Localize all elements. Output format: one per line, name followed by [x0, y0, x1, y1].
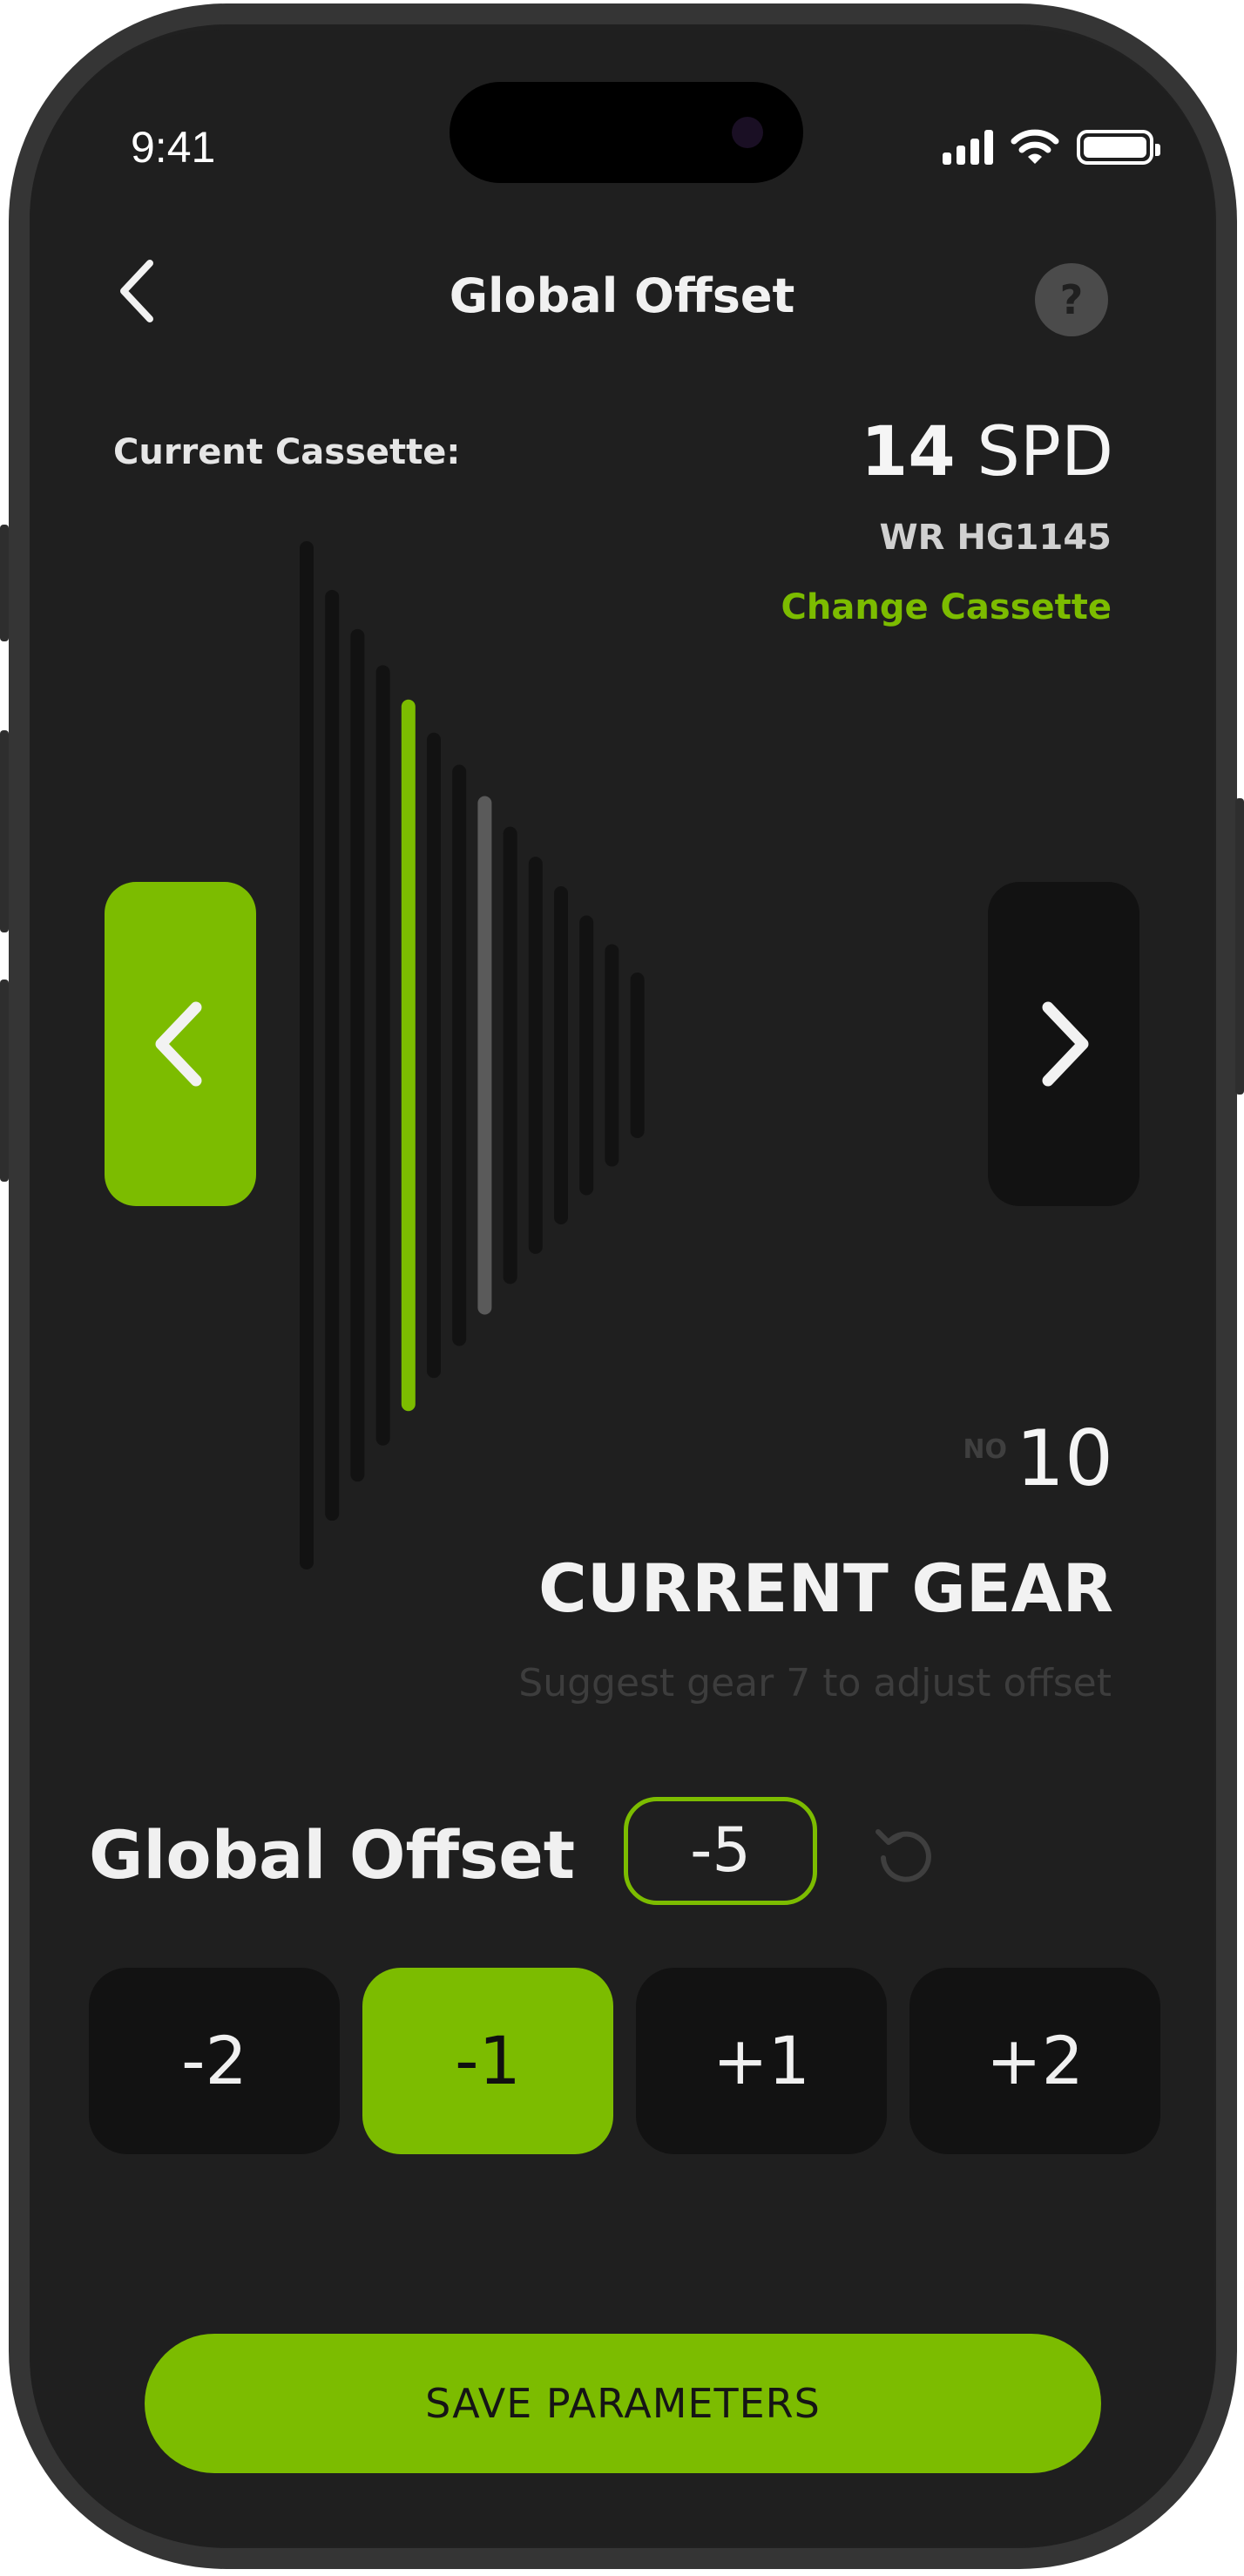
- dynamic-island: [450, 82, 803, 183]
- status-time: 9:41: [131, 123, 216, 172]
- front-camera: [732, 117, 763, 148]
- offset-label: Global Offset: [89, 1816, 576, 1894]
- cassette-cog-6: [427, 732, 441, 1379]
- cellular-signal-icon: [943, 130, 993, 165]
- phone-volume-up: [0, 730, 9, 932]
- cassette-cog-12: [579, 915, 594, 1196]
- cassette-cog-8: [477, 796, 492, 1315]
- offset-value: -5: [624, 1797, 817, 1905]
- reset-icon[interactable]: [869, 1818, 941, 1889]
- cassette-cog-13: [605, 944, 619, 1167]
- cassette-speed: 14 SPD: [861, 413, 1113, 491]
- cassette-cog-2: [325, 589, 340, 1522]
- wifi-icon: [1011, 129, 1059, 164]
- cassette-cog-11: [554, 886, 568, 1224]
- cassette-cog-7: [452, 764, 467, 1346]
- gear-number: NO 10: [963, 1419, 1113, 1499]
- cassette-cog-5: [401, 699, 416, 1412]
- cassette-cogs-visual: [300, 541, 645, 1569]
- offset-step-plus-2[interactable]: +2: [909, 1968, 1160, 2154]
- save-parameters-button[interactable]: SAVE PARAMETERS: [145, 2334, 1101, 2473]
- phone-power-button: [1235, 798, 1244, 1095]
- cassette-cog-3: [350, 628, 365, 1482]
- cassette-speed-number: 14: [861, 413, 956, 491]
- cassette-cog-4: [375, 665, 390, 1446]
- cassette-cog-1: [300, 541, 314, 1569]
- app-screen: 9:41 Global Offset ? Current Cassette: 1…: [30, 30, 1214, 2546]
- change-cassette-link[interactable]: Change Cassette: [781, 587, 1112, 627]
- status-icons: [943, 129, 1160, 166]
- phone-side-button: [0, 525, 9, 641]
- offset-step-plus-1[interactable]: +1: [636, 1968, 887, 2154]
- offset-step-minus-1[interactable]: -1: [362, 1968, 613, 2154]
- cassette-speed-unit: SPD: [977, 413, 1113, 491]
- offset-step-minus-2[interactable]: -2: [89, 1968, 340, 2154]
- cassette-model: WR HG1145: [879, 518, 1112, 558]
- battery-icon: [1077, 130, 1160, 165]
- chevron-left-icon: [155, 1001, 202, 1087]
- previous-gear-button[interactable]: [105, 882, 256, 1206]
- gear-suggestion: Suggest gear 7 to adjust offset: [518, 1661, 1112, 1705]
- gear-number-value: 10: [1016, 1413, 1113, 1503]
- offset-steps: -2 -1 +1 +2: [89, 1968, 1160, 2154]
- cassette-label: Current Cassette:: [113, 432, 461, 472]
- help-icon[interactable]: ?: [1035, 263, 1108, 336]
- phone-volume-down: [0, 980, 9, 1182]
- chevron-right-icon: [1042, 1001, 1089, 1087]
- current-gear-title: CURRENT GEAR: [538, 1549, 1113, 1627]
- next-gear-button[interactable]: [988, 882, 1139, 1206]
- gear-number-label: NO: [963, 1434, 1008, 1465]
- cassette-cog-10: [528, 857, 543, 1254]
- cassette-cog-9: [503, 826, 517, 1285]
- cassette-cog-14: [630, 973, 645, 1138]
